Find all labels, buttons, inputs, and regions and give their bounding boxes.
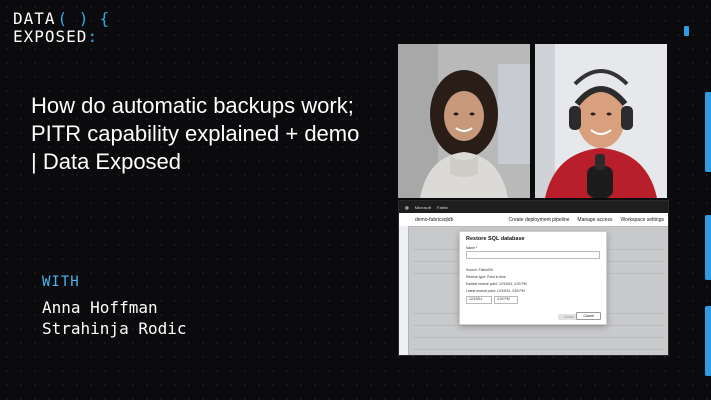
brand-label: Microsoft: [414, 204, 432, 210]
logo-text-data: DATA: [13, 9, 56, 28]
video-feed-presenter-1: [398, 44, 530, 198]
presenter-2-illustration: [535, 44, 667, 198]
source-label: Source: FabricDB: [466, 268, 493, 272]
accent-mark: [684, 26, 689, 36]
restore-type-label: Restore type: Point in time: [466, 275, 506, 279]
logo-brackets: ( ): [57, 9, 90, 28]
grid-icon[interactable]: ▦: [405, 205, 409, 210]
video-feed-presenter-2: [535, 44, 667, 198]
episode-title: How do automatic backups work; PITR capa…: [31, 93, 360, 174]
logo-text-exposed: EXPOSED: [13, 27, 88, 46]
latest-restore-label: Latest restore point: 12/19/24, 3:50 PM: [466, 289, 525, 293]
name-input[interactable]: [466, 251, 600, 259]
accent-bar: [705, 215, 711, 280]
logo-brace: {: [99, 9, 111, 28]
cancel-button[interactable]: Cancel: [576, 312, 601, 320]
screen-share: ▦ Microsoft Fabric demo-fabricsqldb Crea…: [398, 200, 669, 356]
dialog-title: Restore SQL database: [466, 236, 525, 242]
restore-dialog: Restore SQL database Name * Source: Fabr…: [459, 231, 607, 325]
earliest-restore-label: Earliest restore point: 12/19/24, 4:00 P…: [466, 282, 527, 286]
toolbar-deploy[interactable]: Create deployment pipeline: [509, 217, 570, 223]
presenter-list: Anna Hoffman Strahinja Rodic: [42, 297, 187, 339]
workspace-header: demo-fabricsqldb Create deployment pipel…: [399, 213, 668, 227]
presenter-1-illustration: [398, 44, 530, 198]
workspace-name[interactable]: demo-fabricsqldb: [415, 217, 453, 223]
date-picker[interactable]: 12/19/24: [466, 296, 492, 304]
logo-colon: :: [87, 27, 99, 46]
presenter-name: Strahinja Rodic: [42, 319, 187, 338]
accent-bar: [705, 306, 711, 376]
time-picker[interactable]: 3:00 PM: [494, 296, 518, 304]
toolbar-settings[interactable]: Workspace settings: [620, 217, 664, 223]
name-label: Name *: [466, 246, 478, 250]
presenter-name: Anna Hoffman: [42, 298, 158, 317]
app-topbar: ▦ Microsoft Fabric: [399, 201, 668, 213]
product-label: Fabric: [437, 204, 449, 210]
with-label: WITH: [42, 274, 80, 290]
data-exposed-logo: DATA ( ) { EXPOSED:: [13, 10, 110, 46]
toolbar-access[interactable]: Manage access: [577, 217, 612, 223]
accent-bar: [705, 92, 711, 172]
